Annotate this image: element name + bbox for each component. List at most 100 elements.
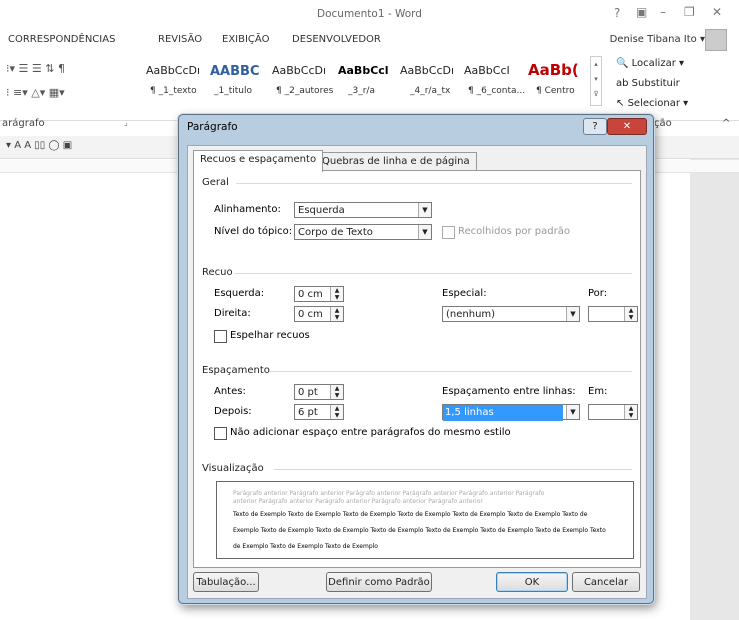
- esquerda-input[interactable]: 0 cm ▲ ▼: [294, 286, 344, 302]
- replace-icon: ab: [616, 78, 629, 89]
- recolhidos-label: Recolhidos por padrão: [458, 226, 570, 237]
- em-input[interactable]: ▲ ▼: [588, 404, 638, 420]
- dialog-close-button[interactable]: ✕: [607, 118, 647, 135]
- alinhamento-label: Alinhamento:: [214, 204, 281, 215]
- replace-button[interactable]: ab Substituir: [616, 78, 680, 89]
- tab-desenvolvedor[interactable]: DESENVOLVEDOR: [292, 34, 381, 45]
- dialog-title: Parágrafo: [187, 121, 238, 133]
- dialog-launcher-icon[interactable]: ⌟: [124, 118, 128, 127]
- definir-padrao-button[interactable]: Definir como Padrão: [326, 572, 432, 592]
- group-label-paragrafo: arágrafo: [2, 118, 45, 129]
- user-name[interactable]: Denise Tibana Ito ▾: [610, 34, 705, 45]
- section-heading: Espaçamento: [202, 365, 270, 376]
- help-icon[interactable]: ?: [614, 6, 620, 20]
- especial-select[interactable]: (nenhum) ▼: [442, 306, 580, 322]
- direita-value: 0 cm: [298, 309, 323, 320]
- spinner-icon[interactable]: ▲ ▼: [330, 405, 343, 419]
- style-name: _1_titulo: [214, 86, 252, 96]
- preview-prev-line: anterior Parágrafo anterior Parágrafo an…: [233, 498, 483, 505]
- especial-label: Especial:: [442, 288, 487, 299]
- preview-sample-line: Texto de Exemplo Texto de Exemplo Texto …: [233, 511, 588, 518]
- nivel-select[interactable]: Corpo de Texto ▼: [294, 224, 432, 240]
- antes-label: Antes:: [214, 386, 246, 397]
- esquerda-value: 0 cm: [298, 289, 323, 300]
- list-icons[interactable]: ⁝▾ ☰ ☰ ⇅ ¶: [6, 62, 65, 75]
- restore-icon[interactable]: ❐: [684, 5, 695, 19]
- tab-correspondencias[interactable]: CORRESPONDÊNCIAS: [8, 34, 115, 45]
- style-4-ra-tx[interactable]: AaBbCcDı _4_r/a_tx: [400, 64, 460, 104]
- tab-quebras-linha-pagina[interactable]: Quebras de linha e de página: [315, 152, 477, 171]
- direita-input[interactable]: 0 cm ▲ ▼: [294, 306, 344, 322]
- minimize-icon[interactable]: –: [660, 5, 666, 19]
- por-input[interactable]: ▲ ▼: [588, 306, 638, 322]
- tab-recuos-espacamento[interactable]: Recuos e espaçamento: [193, 150, 324, 172]
- collapse-ribbon-icon[interactable]: ^: [722, 118, 730, 129]
- mini-toolbar-icons[interactable]: ▾ A A ▯▯ ◯ ▣: [6, 140, 72, 151]
- section-espacamento: Espaçamento: [202, 365, 270, 376]
- style-name: _4_r/a_tx: [410, 86, 451, 96]
- style-centro[interactable]: AaBb( ¶ Centro: [528, 61, 588, 104]
- alinhamento-value: Esquerda: [298, 205, 345, 216]
- style-sample: AABBC: [210, 64, 260, 79]
- avatar[interactable]: [705, 29, 727, 51]
- style-1-titulo[interactable]: AABBC _1_titulo: [210, 64, 270, 104]
- user-name-label: Denise Tibana Ito: [609, 34, 697, 45]
- antes-value: 0 pt: [298, 387, 318, 398]
- antes-input[interactable]: 0 pt ▲ ▼: [294, 384, 344, 400]
- alignment-icons[interactable]: ⁝ ≡▾ △▾ ▦▾: [6, 86, 65, 99]
- alinhamento-select[interactable]: Esquerda ▼: [294, 202, 432, 218]
- espelhar-label: Espelhar recuos: [230, 330, 310, 341]
- styles-scroll[interactable]: ▴ ▾ ⊽: [590, 56, 602, 106]
- depois-value: 6 pt: [298, 407, 318, 418]
- section-recuo: Recuo: [202, 267, 233, 278]
- spinner-icon[interactable]: ▲ ▼: [330, 385, 343, 399]
- espelhar-checkbox[interactable]: [214, 330, 227, 343]
- ok-button[interactable]: OK: [496, 572, 568, 592]
- spinner-icon[interactable]: ▲ ▼: [624, 405, 637, 419]
- entre-linhas-select[interactable]: 1,5 linhas ▼: [442, 404, 580, 421]
- chevron-down-icon[interactable]: ▼: [566, 307, 579, 321]
- style-6-conta[interactable]: AaBbCcI ¶ _6_conta...: [464, 64, 525, 104]
- select-label: Selecionar: [627, 98, 680, 109]
- ribbon-display-icon[interactable]: ▣: [636, 5, 647, 19]
- tabulacao-button[interactable]: Tabulação...: [193, 572, 259, 592]
- select-button[interactable]: ↖ Selecionar ▾: [616, 98, 688, 109]
- tab-revisao[interactable]: REVISÃO: [158, 34, 202, 45]
- chevron-down-icon[interactable]: ▼: [418, 225, 431, 239]
- divider: [234, 273, 632, 274]
- depois-input[interactable]: 6 pt ▲ ▼: [294, 404, 344, 420]
- style-name: ¶ _2_autores: [276, 86, 334, 96]
- depois-label: Depois:: [214, 406, 252, 417]
- spinner-icon[interactable]: ▲ ▼: [624, 307, 637, 321]
- style-1-texto[interactable]: AaBbCcDı ¶ _1_texto: [146, 64, 206, 104]
- style-2-autores[interactable]: AaBbCcDı ¶ _2_autores: [272, 64, 334, 104]
- style-sample: AaBbCcDı: [272, 64, 327, 77]
- window-close-icon[interactable]: ✕: [712, 5, 722, 19]
- style-sample: AaBbCcl: [338, 64, 389, 77]
- nao-adicionar-checkbox[interactable]: [214, 427, 227, 440]
- tab-exibicao[interactable]: EXIBIÇÃO: [222, 34, 269, 45]
- cancelar-button[interactable]: Cancelar: [572, 572, 640, 592]
- especial-value: (nenhum): [446, 309, 496, 320]
- style-sample: AaBb(: [528, 61, 579, 79]
- spinner-icon[interactable]: ▲ ▼: [330, 307, 343, 321]
- section-heading: Visualização: [202, 463, 264, 474]
- find-label: Localizar: [631, 58, 676, 69]
- paragraph-dialog: Parágrafo ? ✕ Recuos e espaçamento Quebr…: [178, 114, 654, 604]
- tab-panel: Geral Alinhamento: Esquerda ▼ Nível do t…: [193, 170, 641, 568]
- style-name: _3_r/a: [348, 86, 375, 96]
- dialog-help-button[interactable]: ?: [583, 118, 607, 135]
- preview-sample-line: Exemplo Texto de Exemplo Texto de Exempl…: [233, 527, 606, 534]
- binoculars-icon: 🔍: [616, 58, 629, 69]
- spinner-icon[interactable]: ▲ ▼: [330, 287, 343, 301]
- find-button[interactable]: 🔍 Localizar ▾: [616, 58, 684, 69]
- style-3-ra[interactable]: AaBbCcl _3_r/a: [338, 64, 398, 104]
- replace-label: Substituir: [631, 78, 680, 89]
- chevron-down-icon[interactable]: ▼: [418, 203, 431, 217]
- cursor-icon: ↖: [616, 98, 625, 109]
- chevron-down-icon[interactable]: ▼: [566, 405, 579, 419]
- recolhidos-checkbox[interactable]: [442, 226, 455, 239]
- preview-prev-line: Parágrafo anterior Parágrafo anterior Pa…: [233, 490, 545, 497]
- preview-sample-line: de Exemplo Texto de Exemplo Texto de Exe…: [233, 543, 378, 550]
- em-label: Em:: [588, 386, 608, 397]
